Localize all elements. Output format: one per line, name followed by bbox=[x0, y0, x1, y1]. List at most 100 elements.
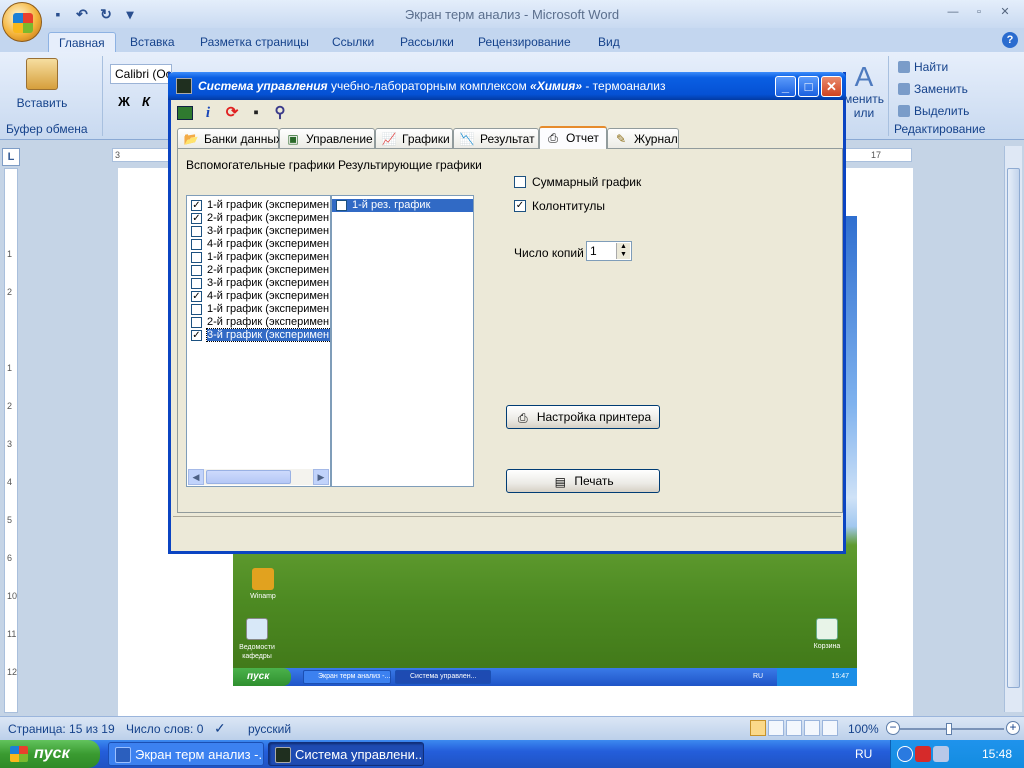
checkbox-box[interactable]: ✓ bbox=[336, 200, 347, 211]
app-titlebar[interactable]: Система управления учебно-лабораторным к… bbox=[168, 72, 846, 100]
vertical-scrollbar[interactable] bbox=[1004, 146, 1022, 712]
full-screen-reading-view-icon[interactable] bbox=[768, 720, 784, 736]
copies-spinner[interactable]: 1 ▲ ▼ bbox=[586, 241, 632, 261]
vertical-ruler[interactable]: 1 2 1 2 3 4 5 6 10 11 12 bbox=[4, 168, 18, 713]
scrollbar-thumb[interactable] bbox=[206, 470, 291, 484]
replace-button[interactable]: Заменить bbox=[892, 78, 982, 100]
ribbon-tab-review[interactable]: Рецензирование bbox=[468, 32, 581, 52]
zoom-out-icon[interactable]: − bbox=[886, 721, 900, 735]
italic-button[interactable]: К bbox=[136, 92, 156, 112]
recycle-bin-icon bbox=[816, 618, 838, 640]
aux-list-hscrollbar[interactable]: ◀ ▶ bbox=[188, 469, 329, 485]
list-item[interactable]: 1-й график (эксперимен bbox=[187, 251, 330, 264]
ribbon-tab-page-layout[interactable]: Разметка страницы bbox=[190, 32, 319, 52]
change-styles-button[interactable]: A менить или bbox=[840, 62, 888, 121]
zoom-in-icon[interactable]: + bbox=[1006, 721, 1020, 735]
paste-button[interactable]: Вставить bbox=[14, 58, 70, 110]
draft-view-icon[interactable] bbox=[822, 720, 838, 736]
checkbox-box[interactable] bbox=[191, 239, 202, 250]
spellcheck-icon[interactable]: ✓ bbox=[214, 720, 226, 737]
calculator-icon[interactable] bbox=[177, 106, 193, 120]
tab-report[interactable]: ⎙ Отчет bbox=[539, 126, 607, 149]
zoom-slider[interactable] bbox=[900, 723, 1004, 735]
minimize-icon[interactable]: — bbox=[942, 4, 964, 20]
checkbox-box[interactable] bbox=[191, 278, 202, 289]
checkbox-box[interactable]: ✓ bbox=[191, 200, 202, 211]
print-layout-view-icon[interactable] bbox=[750, 720, 766, 736]
list-item[interactable]: 2-й график (эксперимен bbox=[187, 264, 330, 277]
checkbox-box[interactable]: ✓ bbox=[514, 200, 526, 212]
list-item[interactable]: 2-й график (эксперимен bbox=[187, 316, 330, 329]
checkbox-box[interactable] bbox=[191, 252, 202, 263]
checkbox-box[interactable]: ✓ bbox=[191, 291, 202, 302]
back-arrow-icon[interactable] bbox=[897, 746, 913, 762]
footers-checkbox[interactable]: ✓ Колонтитулы bbox=[514, 199, 605, 213]
language-bar[interactable]: RU bbox=[855, 747, 872, 761]
list-item[interactable]: 1-й график (эксперимен bbox=[187, 303, 330, 316]
tab-selector-icon[interactable]: L bbox=[2, 148, 20, 166]
save-icon[interactable]: ▪ bbox=[247, 104, 265, 122]
checkbox-box[interactable] bbox=[191, 265, 202, 276]
bold-button[interactable]: Ж bbox=[114, 92, 134, 112]
ribbon-tab-mailings[interactable]: Рассылки bbox=[390, 32, 464, 52]
checkbox-box[interactable] bbox=[191, 304, 202, 315]
checkbox-box[interactable]: ✓ bbox=[191, 330, 202, 341]
taskbar-item-word[interactable]: Экран терм анализ -... bbox=[108, 742, 264, 766]
ribbon-tab-home[interactable]: Главная bbox=[48, 32, 116, 52]
result-charts-list[interactable]: ✓ 1-й рез. график bbox=[331, 195, 474, 487]
list-item[interactable]: 3-й график (эксперимен bbox=[187, 225, 330, 238]
list-item[interactable]: ✓ 1-й график (эксперимен bbox=[187, 199, 330, 212]
app-close-icon[interactable]: ✕ bbox=[821, 76, 842, 97]
list-item[interactable]: ✓ 3-й график (эксперимен bbox=[187, 328, 330, 342]
scroll-left-icon[interactable]: ◀ bbox=[188, 469, 204, 485]
list-item[interactable]: ✓ 1-й рез. график bbox=[332, 199, 473, 212]
help-icon[interactable]: ? bbox=[1002, 32, 1018, 48]
info-icon[interactable]: i bbox=[199, 104, 217, 122]
web-layout-view-icon[interactable] bbox=[786, 720, 802, 736]
list-item[interactable]: 3-й график (эксперимен bbox=[187, 277, 330, 290]
language-indicator[interactable]: русский bbox=[248, 722, 291, 736]
taskbar-item-system[interactable]: Система управлени... bbox=[268, 742, 424, 766]
scroll-right-icon[interactable]: ▶ bbox=[313, 469, 329, 485]
list-item[interactable]: ✓ 2-й график (эксперимен bbox=[187, 212, 330, 225]
app-minimize-icon[interactable]: _ bbox=[775, 76, 796, 97]
zoom-slider-knob[interactable] bbox=[946, 723, 952, 735]
outline-view-icon[interactable] bbox=[804, 720, 820, 736]
tab-control[interactable]: ▣ Управление bbox=[279, 128, 375, 148]
checkbox-box[interactable] bbox=[191, 317, 202, 328]
tab-charts[interactable]: 📈 Графики bbox=[375, 128, 453, 148]
tab-result[interactable]: 📉 Результат bbox=[453, 128, 539, 148]
find-button[interactable]: Найти bbox=[892, 56, 982, 78]
refresh-icon[interactable]: ⟳ bbox=[223, 104, 241, 122]
restore-icon[interactable]: ▫ bbox=[968, 4, 990, 20]
word-count[interactable]: Число слов: 0 bbox=[126, 722, 203, 736]
close-icon[interactable]: ✕ bbox=[994, 4, 1016, 20]
list-item[interactable]: ✓ 4-й график (эксперимен bbox=[187, 290, 330, 303]
app-maximize-icon[interactable]: □ bbox=[798, 76, 819, 97]
antivirus-icon[interactable] bbox=[915, 746, 931, 762]
start-button[interactable]: пуск bbox=[0, 740, 100, 768]
zoom-level[interactable]: 100% bbox=[848, 722, 879, 736]
aux-charts-list[interactable]: ✓ 1-й график (эксперимен ✓ 2-й график (эксп… bbox=[186, 195, 331, 487]
tab-journal[interactable]: ✎ Журнал bbox=[607, 128, 679, 148]
list-item[interactable]: 4-й график (эксперимен bbox=[187, 238, 330, 251]
ribbon-tab-insert[interactable]: Вставка bbox=[120, 32, 185, 52]
font-name-field[interactable]: Calibri (Oc bbox=[110, 64, 172, 84]
checkbox-box[interactable] bbox=[514, 176, 526, 188]
checkbox-box[interactable] bbox=[191, 226, 202, 237]
printer-setup-button[interactable]: ⎙ Настройка принтера bbox=[506, 405, 660, 429]
page-count[interactable]: Страница: 15 из 19 bbox=[8, 722, 115, 736]
network-icon[interactable] bbox=[933, 746, 949, 762]
select-button[interactable]: Выделить bbox=[892, 100, 982, 122]
print-button[interactable]: ▤ Печать bbox=[506, 469, 660, 493]
spinner-arrows-icon[interactable]: ▲ ▼ bbox=[616, 243, 630, 259]
checkbox-box[interactable]: ✓ bbox=[191, 213, 202, 224]
summary-chart-checkbox[interactable]: Суммарный график bbox=[514, 175, 641, 189]
ribbon-tab-view[interactable]: Вид bbox=[588, 32, 630, 52]
tab-databanks[interactable]: 📂 Банки данных bbox=[177, 128, 282, 148]
scrollbar-thumb[interactable] bbox=[1007, 168, 1020, 688]
binoculars-icon[interactable]: ⚲ bbox=[271, 104, 289, 122]
ribbon-tab-references[interactable]: Ссылки bbox=[322, 32, 384, 52]
office-button[interactable] bbox=[2, 2, 42, 42]
copies-value[interactable]: 1 bbox=[590, 244, 597, 258]
